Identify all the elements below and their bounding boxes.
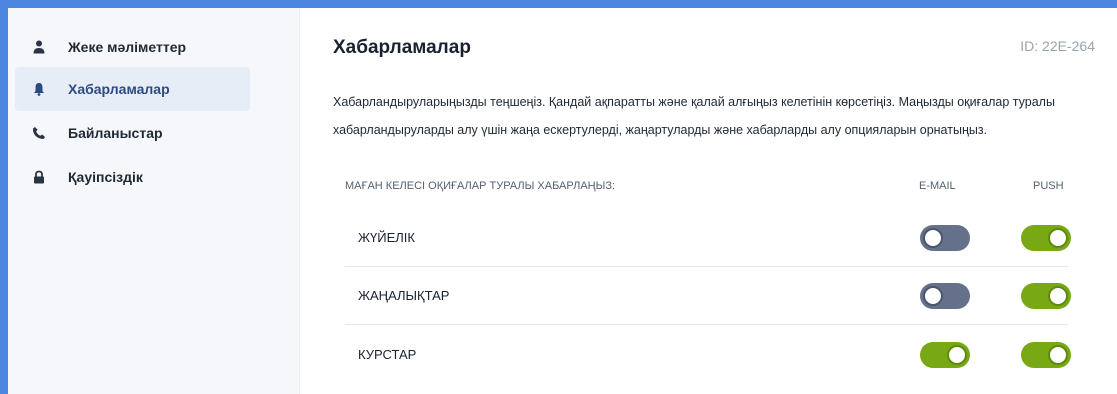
- system-push-toggle[interactable]: [1021, 225, 1071, 251]
- sidebar-item-notifications[interactable]: Хабарламалар: [15, 67, 250, 111]
- sidebar-item-label: Байланыстар: [68, 125, 163, 141]
- system-email-toggle[interactable]: [920, 225, 970, 251]
- sidebar-item-label: Хабарламалар: [68, 81, 170, 97]
- news-push-toggle[interactable]: [1021, 283, 1071, 309]
- settings-sidebar: Жеке мәліметтер Хабарламалар Байланыстар…: [8, 8, 300, 394]
- toggle-knob: [923, 228, 943, 248]
- email-column-header: E-MAIL: [919, 180, 956, 192]
- courses-push-toggle[interactable]: [1021, 342, 1071, 368]
- id-label: ID: 22E-264: [1020, 38, 1095, 54]
- sidebar-item-security[interactable]: Қауіпсіздік: [15, 155, 250, 199]
- notification-row-courses: КУРСТАР: [345, 326, 1071, 383]
- sidebar-item-personal-info[interactable]: Жеке мәліметтер: [15, 25, 250, 69]
- events-column-header: МАҒАН КЕЛЕСІ ОҚИҒАЛАР ТУРАЛЫ ХАБАРЛАҢЫЗ:: [345, 180, 616, 192]
- push-column-header: PUSH: [1033, 180, 1064, 192]
- bell-icon: [28, 82, 50, 96]
- toggle-knob: [1048, 345, 1068, 365]
- toggle-knob: [947, 345, 967, 365]
- row-label: КУРСТАР: [358, 347, 417, 362]
- lock-icon: [28, 170, 50, 184]
- courses-email-toggle[interactable]: [920, 342, 970, 368]
- toggle-knob: [1048, 286, 1068, 306]
- row-label: ЖҮЙЕЛІК: [358, 230, 415, 245]
- window-frame-top: [0, 0, 1117, 8]
- toggle-knob: [1048, 228, 1068, 248]
- notifications-panel: Хабарламалар ID: 22E-264 Хабарландырулар…: [300, 8, 1117, 394]
- row-label: ЖАҢАЛЫҚТАР: [358, 288, 450, 303]
- user-icon: [28, 40, 50, 54]
- window-frame-left: [0, 0, 8, 394]
- phone-icon: [28, 126, 50, 140]
- notification-row-system: ЖҮЙЕЛІК: [345, 209, 1071, 267]
- sidebar-item-contacts[interactable]: Байланыстар: [15, 111, 250, 155]
- news-email-toggle[interactable]: [920, 283, 970, 309]
- sidebar-item-label: Жеке мәліметтер: [68, 39, 187, 55]
- page-title: Хабарламалар: [333, 37, 471, 58]
- toggle-knob: [923, 286, 943, 306]
- page-description: Хабарландыруларыңызды теңшеңіз. Қандай а…: [333, 95, 1055, 137]
- sidebar-item-label: Қауіпсіздік: [68, 169, 143, 185]
- notification-row-news: ЖАҢАЛЫҚТАР: [345, 267, 1071, 325]
